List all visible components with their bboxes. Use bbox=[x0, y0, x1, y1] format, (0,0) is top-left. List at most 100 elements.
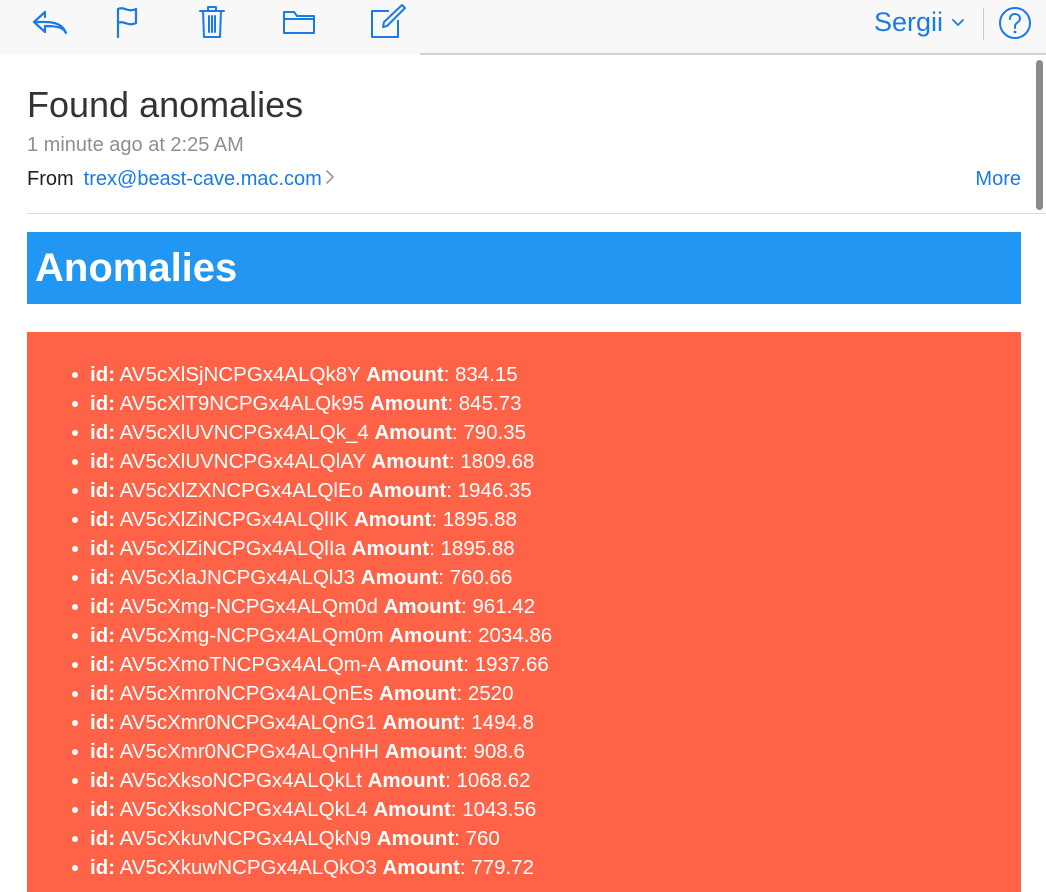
amount-label: Amount bbox=[369, 392, 448, 415]
bullet-icon bbox=[72, 633, 78, 639]
sender-address[interactable]: trex@beast-cave.mac.com bbox=[84, 168, 322, 190]
mail-toolbar: Sergii bbox=[0, 0, 1046, 54]
anomaly-id: AV5cXlZXNCPGx4ALQlEo bbox=[119, 479, 364, 502]
amount-label: Amount bbox=[360, 566, 439, 589]
list-item: id: AV5cXlUVNCPGx4ALQk_4 Amount: 790.35 bbox=[72, 418, 552, 447]
list-item: id: AV5cXlUVNCPGx4ALQlAY Amount: 1809.68 bbox=[72, 447, 552, 476]
bullet-icon bbox=[72, 517, 78, 523]
anomaly-amount: 1946.35 bbox=[457, 479, 532, 502]
anomaly-id: AV5cXlZiNCPGx4ALQlIa bbox=[119, 537, 346, 560]
compose-icon bbox=[371, 4, 406, 38]
account-name: Sergii bbox=[874, 6, 944, 37]
id-label: id: bbox=[90, 537, 116, 560]
bullet-icon bbox=[72, 372, 78, 378]
bullet-icon bbox=[72, 575, 78, 581]
compose-button[interactable] bbox=[366, 2, 408, 42]
from-label: From bbox=[27, 168, 74, 190]
amount-label: Amount bbox=[385, 653, 464, 676]
amount-label: Amount bbox=[376, 827, 455, 850]
id-label: id: bbox=[90, 624, 116, 647]
move-to-folder-button[interactable] bbox=[280, 2, 318, 42]
bullet-icon bbox=[72, 749, 78, 755]
anomaly-amount: 1068.62 bbox=[456, 769, 531, 792]
reply-icon bbox=[32, 10, 68, 35]
anomaly-id: AV5cXkuwNCPGx4ALQkO3 bbox=[119, 856, 377, 879]
id-label: id: bbox=[90, 798, 116, 821]
chevron-down-icon bbox=[952, 19, 964, 26]
amount-label: Amount bbox=[373, 798, 451, 821]
more-button[interactable]: More bbox=[975, 168, 1021, 191]
list-item: id: AV5cXlZiNCPGx4ALQlIK Amount: 1895.88 bbox=[72, 505, 552, 534]
anomaly-amount: 1937.66 bbox=[474, 653, 549, 676]
amount-label: Amount bbox=[382, 856, 460, 879]
anomaly-id: AV5cXksoNCPGx4ALQkL4 bbox=[119, 798, 368, 821]
id-label: id: bbox=[90, 769, 116, 792]
id-label: id: bbox=[90, 566, 116, 589]
amount-label: Amount bbox=[353, 508, 432, 531]
id-label: id: bbox=[90, 479, 116, 502]
bullet-icon bbox=[72, 778, 78, 784]
bullet-icon bbox=[72, 865, 78, 871]
from-row: From trex@beast-cave.mac.com More bbox=[27, 168, 1021, 196]
bullet-icon bbox=[72, 662, 78, 668]
bullet-icon bbox=[72, 488, 78, 494]
anomaly-amount: 1809.68 bbox=[460, 450, 535, 473]
chevron-right-icon[interactable] bbox=[326, 170, 334, 184]
anomaly-amount: 908.6 bbox=[473, 740, 525, 763]
scrollbar-thumb[interactable] bbox=[1036, 60, 1043, 210]
reply-button[interactable] bbox=[28, 2, 72, 42]
id-label: id: bbox=[90, 595, 116, 618]
anomaly-amount: 1043.56 bbox=[462, 798, 537, 821]
anomaly-amount: 760.66 bbox=[449, 566, 513, 589]
anomaly-list: id: AV5cXlSjNCPGx4ALQk8Y Amount: 834.15 i… bbox=[72, 360, 553, 882]
list-item: id: AV5cXlZXNCPGx4ALQlEo Amount: 1946.35 bbox=[72, 476, 552, 505]
list-item: id: AV5cXlZiNCPGx4ALQlIa Amount: 1895.88 bbox=[72, 534, 552, 563]
anomaly-id: AV5cXmg-NCPGx4ALQm0d bbox=[119, 595, 378, 618]
help-button[interactable] bbox=[998, 6, 1032, 40]
anomaly-id: AV5cXlT9NCPGx4ALQk95 bbox=[119, 392, 365, 415]
id-label: id: bbox=[90, 827, 116, 850]
trash-button[interactable] bbox=[194, 2, 230, 42]
bullet-icon bbox=[72, 604, 78, 610]
bullet-icon bbox=[72, 459, 78, 465]
id-label: id: bbox=[90, 711, 116, 734]
toolbar-underline bbox=[420, 53, 1046, 55]
list-item: id: AV5cXmr0NCPGx4ALQnG1 Amount: 1494.8 bbox=[72, 708, 552, 737]
id-label: id: bbox=[90, 508, 116, 531]
anomaly-amount: 845.73 bbox=[458, 392, 522, 415]
flag-button[interactable] bbox=[110, 2, 144, 42]
anomaly-amount: 1895.88 bbox=[440, 537, 515, 560]
bullet-icon bbox=[72, 430, 78, 436]
flag-icon bbox=[116, 7, 138, 39]
list-item: id: AV5cXlSjNCPGx4ALQk8Y Amount: 834.15 bbox=[72, 360, 552, 389]
account-menu[interactable]: Sergii bbox=[874, 4, 965, 40]
list-item: id: AV5cXkuvNCPGx4ALQkN9 Amount: 760 bbox=[72, 824, 552, 853]
anomaly-id: AV5cXlaJNCPGx4ALQlJ3 bbox=[119, 566, 356, 589]
banner-title: Anomalies bbox=[35, 246, 238, 290]
id-label: id: bbox=[90, 421, 116, 444]
anomaly-id: AV5cXmr0NCPGx4ALQnG1 bbox=[119, 711, 377, 734]
list-item: id: AV5cXksoNCPGx4ALQkL4 Amount: 1043.56 bbox=[72, 795, 552, 824]
anomaly-id: AV5cXlSjNCPGx4ALQk8Y bbox=[119, 363, 361, 386]
list-item: id: AV5cXlaJNCPGx4ALQlJ3 Amount: 760.66 bbox=[72, 563, 552, 592]
anomaly-amount: 1895.88 bbox=[442, 508, 517, 531]
anomaly-id: AV5cXlUVNCPGx4ALQlAY bbox=[119, 450, 366, 473]
amount-label: Amount bbox=[374, 421, 452, 444]
list-item: id: AV5cXmg-NCPGx4ALQm0m Amount: 2034.86 bbox=[72, 621, 553, 650]
amount-label: Amount bbox=[366, 363, 444, 386]
amount-label: Amount bbox=[351, 537, 430, 560]
toolbar-divider bbox=[983, 8, 984, 40]
message-timestamp: 1 minute ago at 2:25 AM bbox=[27, 134, 244, 156]
anomaly-amount: 1494.8 bbox=[471, 711, 534, 734]
list-item: id: AV5cXkuwNCPGx4ALQkO3 Amount: 779.72 bbox=[72, 853, 552, 882]
id-label: id: bbox=[90, 653, 116, 676]
help-icon bbox=[999, 7, 1031, 39]
list-item: id: AV5cXksoNCPGx4ALQkLt Amount: 1068.62 bbox=[72, 766, 552, 795]
anomaly-amount: 2520 bbox=[467, 682, 514, 705]
list-item: id: AV5cXmroNCPGx4ALQnEs Amount: 2520 bbox=[72, 679, 552, 708]
header-divider bbox=[27, 213, 1046, 214]
anomaly-amount: 2034.86 bbox=[478, 624, 553, 647]
amount-label: Amount bbox=[389, 624, 467, 647]
id-label: id: bbox=[90, 363, 116, 386]
id-label: id: bbox=[90, 682, 116, 705]
